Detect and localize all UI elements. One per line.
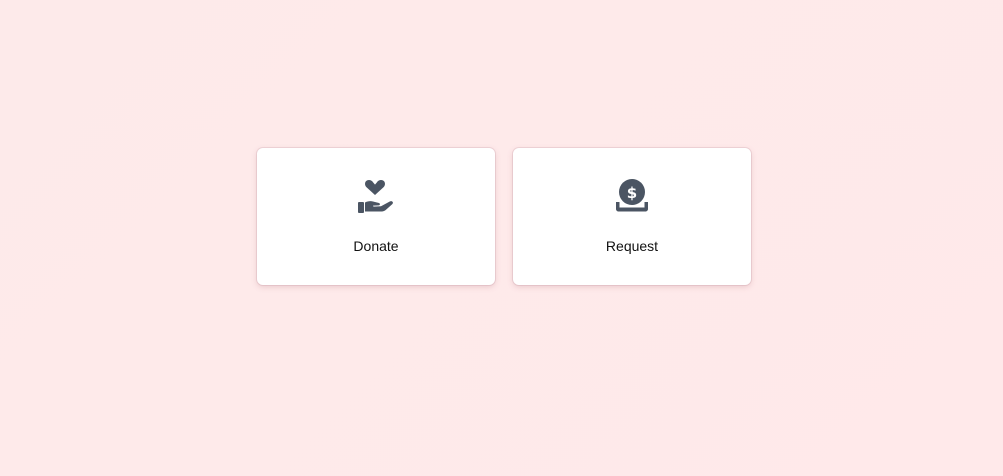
hand-holding-heart-icon xyxy=(358,179,393,213)
request-card[interactable]: $ Request xyxy=(513,148,751,285)
request-label: Request xyxy=(605,238,659,254)
coin-drop-icon: $ xyxy=(616,179,648,212)
option-cards: Donate $ Request xyxy=(257,148,751,285)
svg-text:$: $ xyxy=(627,184,637,202)
donate-card[interactable]: Donate xyxy=(257,148,495,285)
donate-label: Donate xyxy=(353,238,399,254)
